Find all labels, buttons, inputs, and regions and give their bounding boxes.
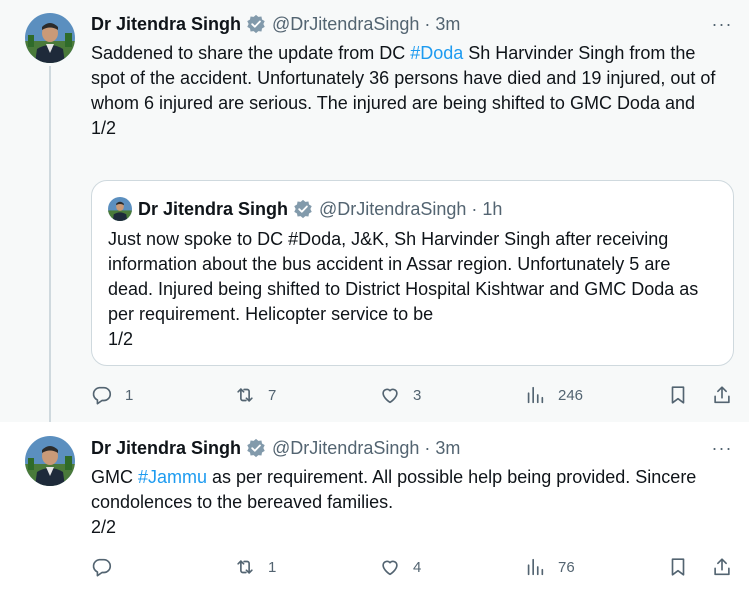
tweet-text-part: Saddened to share the update from DC bbox=[91, 43, 411, 63]
thread-marker: 2/2 bbox=[91, 517, 117, 537]
thread-marker: 1/2 bbox=[91, 118, 117, 138]
tweet-2[interactable]: Dr Jitendra Singh @DrJitendraSingh · 3m … bbox=[0, 422, 749, 595]
reply-button[interactable]: 1 bbox=[91, 383, 133, 407]
quoted-author-name: Dr Jitendra Singh bbox=[138, 198, 289, 219]
reply-count: 1 bbox=[125, 386, 134, 404]
like-icon bbox=[382, 388, 398, 404]
verified-badge-icon[interactable] bbox=[246, 14, 266, 34]
quoted-tweet-body: Just now spoke to DC #Doda, J&K, Sh Harv… bbox=[108, 229, 699, 324]
reply-icon bbox=[92, 558, 112, 577]
hashtag-link[interactable]: #Jammu bbox=[138, 467, 207, 487]
quoted-tweet-card[interactable]: Dr Jitendra Singh @DrJitendraSingh · 1h … bbox=[91, 180, 734, 366]
views-button[interactable]: 76 bbox=[524, 555, 575, 579]
retweet-icon bbox=[237, 388, 253, 402]
quoted-tweet-timestamp: 1h bbox=[482, 198, 503, 219]
views-count: 246 bbox=[558, 386, 584, 404]
share-icon bbox=[714, 386, 730, 404]
views-icon bbox=[527, 386, 544, 404]
like-count: 3 bbox=[413, 386, 422, 404]
thread-marker: 1/2 bbox=[108, 329, 134, 349]
reply-icon bbox=[92, 386, 112, 405]
like-count: 4 bbox=[413, 558, 422, 576]
tweet-actions: 1 4 76 bbox=[91, 555, 741, 579]
tweet-actions: 1 7 3 246 bbox=[91, 383, 741, 407]
like-icon bbox=[382, 560, 398, 576]
bookmark-button[interactable] bbox=[667, 555, 689, 579]
more-options-icon[interactable]: ··· bbox=[711, 437, 733, 459]
tweet-timestamp[interactable]: 3m bbox=[435, 14, 460, 35]
quoted-tweet-header: Dr Jitendra Singh @DrJitendraSingh · 1h bbox=[138, 197, 502, 221]
hashtag-link[interactable]: #Doda bbox=[410, 43, 463, 63]
author-handle[interactable]: @DrJitendraSingh bbox=[272, 14, 419, 35]
share-button[interactable] bbox=[711, 555, 733, 579]
retweet-icon bbox=[237, 560, 253, 574]
share-button[interactable] bbox=[711, 383, 733, 407]
like-button[interactable]: 4 bbox=[379, 555, 421, 579]
author-name[interactable]: Dr Jitendra Singh bbox=[91, 438, 241, 459]
tweet-text-part: GMC bbox=[91, 467, 138, 487]
tweet-header: Dr Jitendra Singh @DrJitendraSingh · 3m bbox=[91, 436, 460, 460]
author-avatar[interactable] bbox=[25, 436, 75, 486]
reply-button[interactable] bbox=[91, 555, 125, 579]
separator-dot: · bbox=[424, 437, 431, 458]
share-icon bbox=[714, 558, 730, 576]
verified-badge-icon bbox=[294, 199, 312, 219]
bookmark-icon bbox=[671, 558, 685, 576]
tweet-1[interactable]: Dr Jitendra Singh @DrJitendraSingh · 3m … bbox=[0, 0, 749, 428]
retweet-count: 7 bbox=[268, 386, 277, 404]
retweet-button[interactable]: 1 bbox=[234, 555, 276, 579]
verified-badge-icon[interactable] bbox=[246, 438, 266, 458]
tweet-header: Dr Jitendra Singh @DrJitendraSingh · 3m bbox=[91, 12, 460, 36]
quoted-author-avatar bbox=[108, 197, 132, 221]
tweet-text: Saddened to share the update from DC #Do… bbox=[91, 41, 731, 141]
quoted-tweet-text: Just now spoke to DC #Doda, J&K, Sh Harv… bbox=[108, 227, 720, 352]
quoted-author-handle: @DrJitendraSingh bbox=[319, 198, 467, 219]
thread-connector-line bbox=[49, 66, 51, 428]
views-count: 76 bbox=[558, 558, 575, 576]
retweet-button[interactable]: 7 bbox=[234, 383, 276, 407]
author-handle[interactable]: @DrJitendraSingh bbox=[272, 438, 419, 459]
author-avatar[interactable] bbox=[25, 13, 75, 63]
tweet-text: GMC #Jammu as per requirement. All possi… bbox=[91, 465, 731, 540]
more-options-icon[interactable]: ··· bbox=[711, 13, 733, 35]
separator-dot: · bbox=[424, 13, 431, 34]
like-button[interactable]: 3 bbox=[379, 383, 421, 407]
bookmark-button[interactable] bbox=[667, 383, 689, 407]
author-name[interactable]: Dr Jitendra Singh bbox=[91, 14, 241, 35]
retweet-count: 1 bbox=[268, 558, 277, 576]
views-icon bbox=[527, 558, 544, 576]
tweet-timestamp[interactable]: 3m bbox=[435, 438, 460, 459]
views-button[interactable]: 246 bbox=[524, 383, 583, 407]
bookmark-icon bbox=[671, 386, 685, 404]
separator-dot: · bbox=[471, 198, 478, 219]
